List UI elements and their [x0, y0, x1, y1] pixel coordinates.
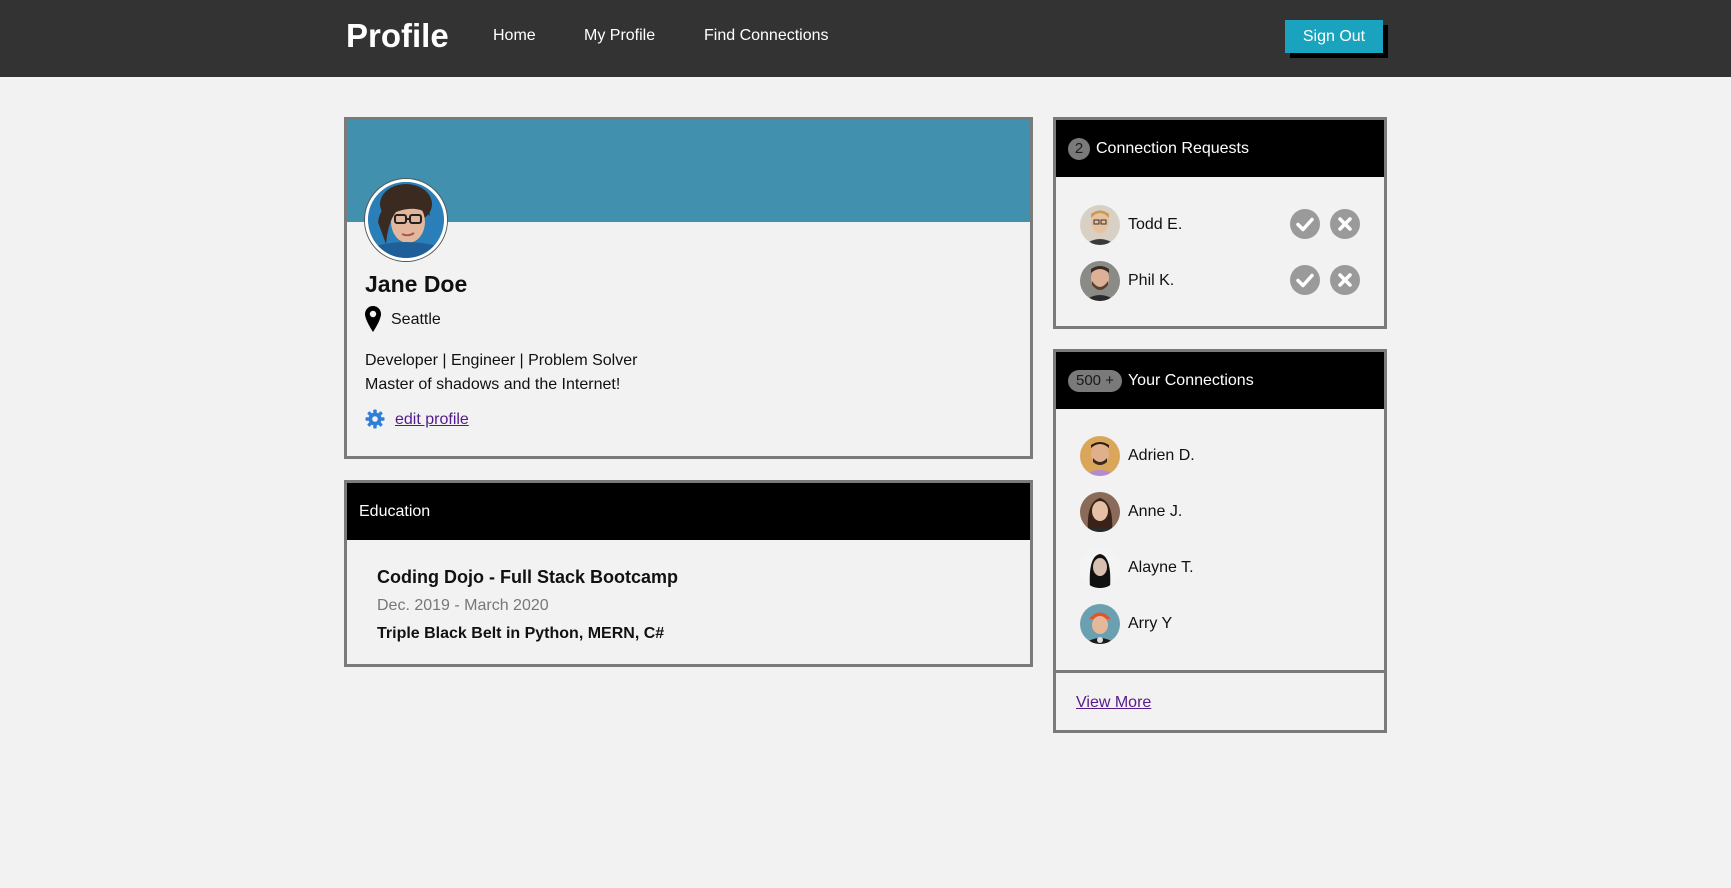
close-icon [1338, 217, 1352, 231]
top-navbar: Profile Home My Profile Find Connections… [0, 0, 1731, 77]
connection-name: Adrien D. [1128, 447, 1195, 464]
education-header: Education [347, 483, 1030, 540]
connections-card: 500 + Your Connections Adrien D. Anne J. [1053, 349, 1387, 733]
education-card: Education Coding Dojo - Full Stack Bootc… [344, 480, 1033, 667]
education-title: Coding Dojo - Full Stack Bootcamp [377, 567, 678, 587]
request-row: Todd E. [1080, 205, 1182, 245]
connections-divider [1056, 670, 1384, 673]
connection-row[interactable]: Alayne T. [1080, 548, 1194, 588]
nav-link-find-connections[interactable]: Find Connections [704, 27, 829, 45]
check-icon [1296, 273, 1314, 288]
accept-request-button[interactable] [1290, 209, 1320, 239]
profile-card: Jane Doe Seattle Developer | Engineer | … [344, 117, 1033, 459]
connection-row[interactable]: Adrien D. [1080, 436, 1195, 476]
close-icon [1338, 273, 1352, 287]
connections-title: Your Connections [1127, 371, 1254, 389]
edit-profile-link[interactable]: edit profile [395, 411, 469, 429]
connections-count-badge: 500 + [1068, 369, 1122, 392]
avatar [1080, 604, 1120, 644]
profile-avatar [365, 179, 447, 261]
requests-count-badge: 2 [1068, 137, 1090, 160]
connection-requests-header: 2 Connection Requests [1056, 120, 1384, 177]
connection-requests-card: 2 Connection Requests Todd E. Phil K. [1053, 117, 1387, 329]
reject-request-button[interactable] [1330, 265, 1360, 295]
gear-icon [365, 409, 385, 429]
request-name: Todd E. [1128, 216, 1183, 233]
request-row: Phil K. [1080, 261, 1174, 301]
profile-name: Jane Doe [365, 271, 468, 297]
connection-row[interactable]: Anne J. [1080, 492, 1182, 532]
profile-location: Seattle [391, 311, 441, 328]
education-dates: Dec. 2019 - March 2020 [377, 597, 549, 614]
avatar [1080, 548, 1120, 588]
education-detail: Triple Black Belt in Python, MERN, C# [377, 625, 665, 642]
avatar [1080, 436, 1120, 476]
request-name: Phil K. [1128, 272, 1175, 289]
view-more-link[interactable]: View More [1076, 694, 1151, 712]
profile-banner [347, 120, 1030, 222]
connection-row[interactable]: Arry Y [1080, 604, 1172, 644]
connections-header: 500 + Your Connections [1056, 352, 1384, 409]
profile-bio-line1: Developer | Engineer | Problem Solver [365, 352, 638, 369]
brand-title: Profile [346, 17, 449, 54]
connection-name: Alayne T. [1128, 559, 1194, 576]
connection-name: Arry Y [1128, 615, 1173, 632]
nav-link-my-profile[interactable]: My Profile [584, 27, 655, 45]
profile-bio-line2: Master of shadows and the Internet! [365, 376, 621, 393]
reject-request-button[interactable] [1330, 209, 1360, 239]
avatar [1080, 492, 1120, 532]
check-icon [1296, 217, 1314, 232]
connection-name: Anne J. [1128, 503, 1183, 520]
location-pin-icon [365, 306, 381, 332]
connection-requests-title: Connection Requests [1096, 139, 1249, 157]
accept-request-button[interactable] [1290, 265, 1320, 295]
nav-link-home[interactable]: Home [493, 27, 536, 45]
sign-out-button[interactable]: Sign Out [1285, 20, 1383, 53]
avatar [1080, 205, 1120, 245]
avatar [1080, 261, 1120, 301]
